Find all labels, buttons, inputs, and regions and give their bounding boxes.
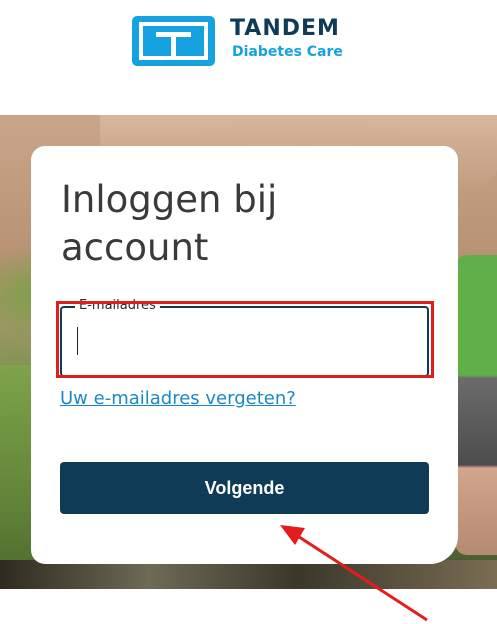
login-page: TANDEM Diabetes Care Inloggen bij accoun…: [0, 0, 497, 624]
page-title-line2: account: [61, 226, 209, 269]
login-card: Inloggen bij account E-mailadres Uw e-ma…: [31, 146, 458, 564]
next-button[interactable]: Volgende: [60, 462, 429, 514]
page-title-line1: Inloggen bij: [61, 178, 278, 221]
brand-logo[interactable]: TANDEM Diabetes Care: [132, 16, 362, 66]
brand-name: TANDEM: [230, 16, 340, 41]
photo-ground: [0, 560, 497, 589]
photo-cyclist: [455, 255, 497, 555]
page-title: Inloggen bij account: [61, 176, 431, 272]
forgot-email-link[interactable]: Uw e-mailadres vergeten?: [60, 388, 296, 409]
red-highlight-box: [56, 301, 434, 378]
tandem-t-logo-icon: [132, 16, 215, 66]
brand-tagline: Diabetes Care: [232, 44, 343, 60]
